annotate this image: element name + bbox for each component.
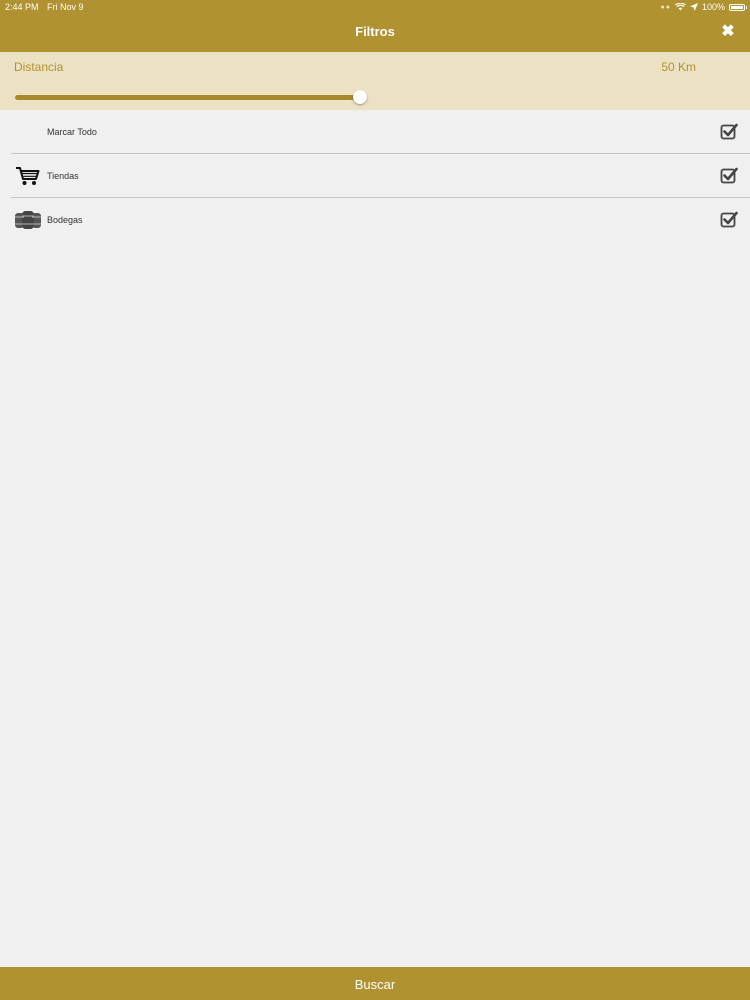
page-title: Filtros — [355, 24, 395, 39]
filter-list: Marcar Todo Tiendas Bodegas — [0, 110, 750, 242]
shopping-cart-icon — [16, 167, 40, 185]
distance-label: Distancia — [14, 60, 64, 74]
distance-slider[interactable] — [15, 88, 705, 106]
location-arrow-icon — [689, 3, 698, 11]
status-left: 2:44 PM Fri Nov 9 — [5, 2, 90, 12]
battery-fill — [731, 5, 743, 9]
search-button[interactable]: Buscar — [0, 967, 750, 1000]
slider-fill — [15, 95, 360, 100]
filter-label: Bodegas — [47, 215, 83, 225]
battery-icon — [729, 3, 747, 11]
battery-percent: 100% — [701, 2, 725, 12]
close-icon: ✖ — [721, 23, 735, 40]
wifi-icon — [675, 3, 686, 11]
close-button[interactable]: ✖ — [720, 23, 736, 41]
navigation-bar: 2:44 PM Fri Nov 9 ●● 100% Filtros ✖ — [0, 0, 750, 52]
status-bar: 2:44 PM Fri Nov 9 ●● 100% — [0, 0, 750, 14]
barrels-icon — [15, 211, 41, 229]
filter-row-bodegas[interactable]: Bodegas — [0, 198, 750, 242]
signal-icon: ●● — [660, 3, 671, 11]
distance-value: 50 Km — [661, 60, 696, 74]
filter-row-tiendas[interactable]: Tiendas — [0, 154, 750, 198]
filter-row-marcar-todo[interactable]: Marcar Todo — [0, 110, 750, 154]
status-date: Fri Nov 9 — [47, 2, 84, 12]
filter-label: Tiendas — [47, 171, 79, 181]
checkbox-checked-icon[interactable] — [720, 122, 738, 140]
slider-thumb[interactable] — [353, 90, 367, 104]
checkbox-checked-icon[interactable] — [720, 166, 738, 184]
status-right: ●● 100% — [660, 2, 747, 12]
status-time: 2:44 PM — [5, 2, 39, 12]
filter-label: Marcar Todo — [47, 127, 97, 137]
distance-panel: Distancia 50 Km — [0, 52, 750, 110]
search-button-label: Buscar — [354, 977, 396, 992]
checkbox-checked-icon[interactable] — [720, 210, 738, 228]
